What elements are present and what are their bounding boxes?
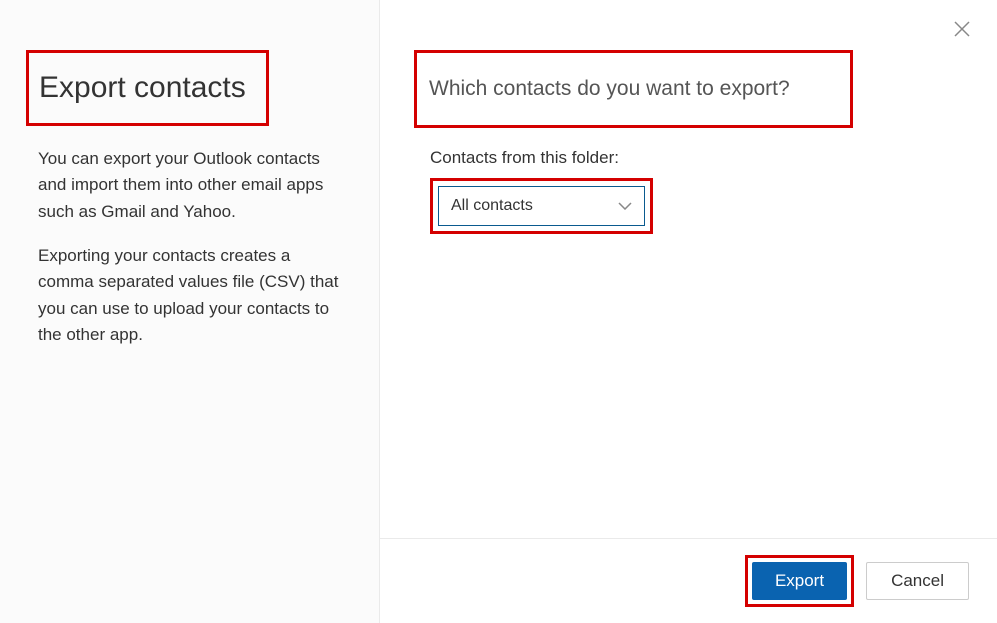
export-highlight-box: Export [745, 555, 854, 607]
form-panel: Which contacts do you want to export? Co… [380, 0, 997, 623]
folder-dropdown[interactable]: All contacts [438, 186, 645, 226]
close-button[interactable] [953, 22, 971, 40]
description-paragraph-1: You can export your Outlook contacts and… [38, 146, 349, 225]
dropdown-highlight-box: All contacts [430, 178, 653, 234]
close-icon [954, 21, 970, 42]
chevron-down-icon [618, 199, 632, 213]
description-paragraph-2: Exporting your contacts creates a comma … [38, 243, 349, 348]
export-contacts-dialog: Export contacts You can export your Outl… [0, 0, 997, 623]
question-highlight-box: Which contacts do you want to export? [414, 50, 853, 128]
info-panel: Export contacts You can export your Outl… [0, 0, 380, 623]
cancel-button[interactable]: Cancel [866, 562, 969, 600]
dropdown-selected-value: All contacts [451, 197, 533, 215]
question-heading: Which contacts do you want to export? [429, 77, 790, 101]
dialog-footer: Export Cancel [380, 538, 997, 623]
folder-field-label: Contacts from this folder: [430, 148, 947, 168]
dialog-title: Export contacts [39, 71, 246, 105]
export-button[interactable]: Export [752, 562, 847, 600]
title-highlight-box: Export contacts [26, 50, 269, 126]
